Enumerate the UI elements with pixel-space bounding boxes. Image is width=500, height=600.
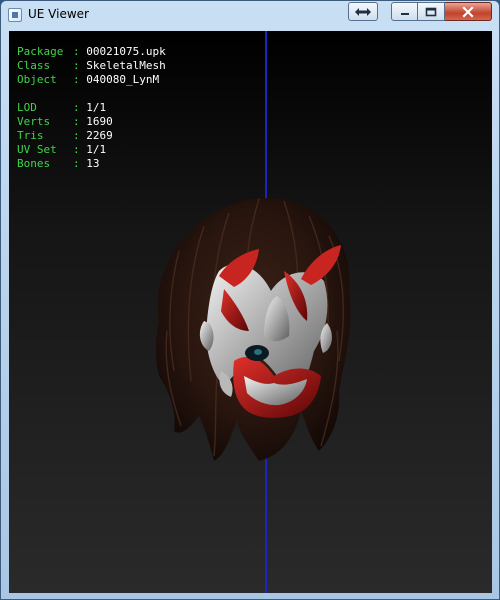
close-icon: [462, 5, 474, 18]
info-value: 1690: [86, 115, 113, 128]
window-title: UE Viewer: [28, 7, 89, 21]
info-value: SkeletalMesh: [86, 59, 166, 72]
info-label: Class: [17, 59, 51, 72]
info-label: Tris: [17, 129, 44, 142]
maximize-button[interactable]: [418, 2, 445, 21]
info-value: 040080_LynM: [86, 73, 160, 86]
info-row-package: Package: 00021075.upk: [17, 45, 166, 58]
info-row-lod: LOD: 1/1: [17, 101, 107, 114]
info-row-tris: Tris: 2269: [17, 129, 113, 142]
info-row-bones: Bones: 13: [17, 157, 100, 170]
info-value: 1/1: [86, 101, 107, 114]
swap-button[interactable]: [348, 2, 378, 21]
title-bar[interactable]: UE Viewer: [1, 1, 499, 29]
info-label: Verts: [17, 115, 51, 128]
mesh-info-overlay: Package: 00021075.upk Class: SkeletalMes…: [17, 45, 166, 171]
info-value: 2269: [86, 129, 113, 142]
info-label: LOD: [17, 101, 37, 114]
info-row-class: Class: SkeletalMesh: [17, 59, 166, 72]
info-value: 13: [86, 157, 100, 170]
info-row-object: Object: 040080_LynM: [17, 73, 160, 86]
info-row-verts: Verts: 1690: [17, 115, 113, 128]
close-button[interactable]: [445, 2, 492, 21]
info-label: Bones: [17, 157, 51, 170]
info-row-uvset: UV Set: 1/1: [17, 143, 107, 156]
maximize-icon: [425, 7, 437, 16]
app-icon: [8, 8, 22, 22]
info-label: UV Set: [17, 143, 57, 156]
info-label: Package: [17, 45, 64, 58]
minimize-button[interactable]: [391, 2, 418, 21]
info-label: Object: [17, 73, 57, 86]
double-arrow-icon: [355, 7, 371, 16]
info-value: 1/1: [86, 143, 107, 156]
info-value: 00021075.upk: [86, 45, 166, 58]
3d-viewport[interactable]: Package: 00021075.upk Class: SkeletalMes…: [9, 31, 492, 593]
app-window: UE Viewer Package: 00021075.upk Class:…: [0, 0, 500, 600]
minimize-icon: [400, 12, 409, 15]
